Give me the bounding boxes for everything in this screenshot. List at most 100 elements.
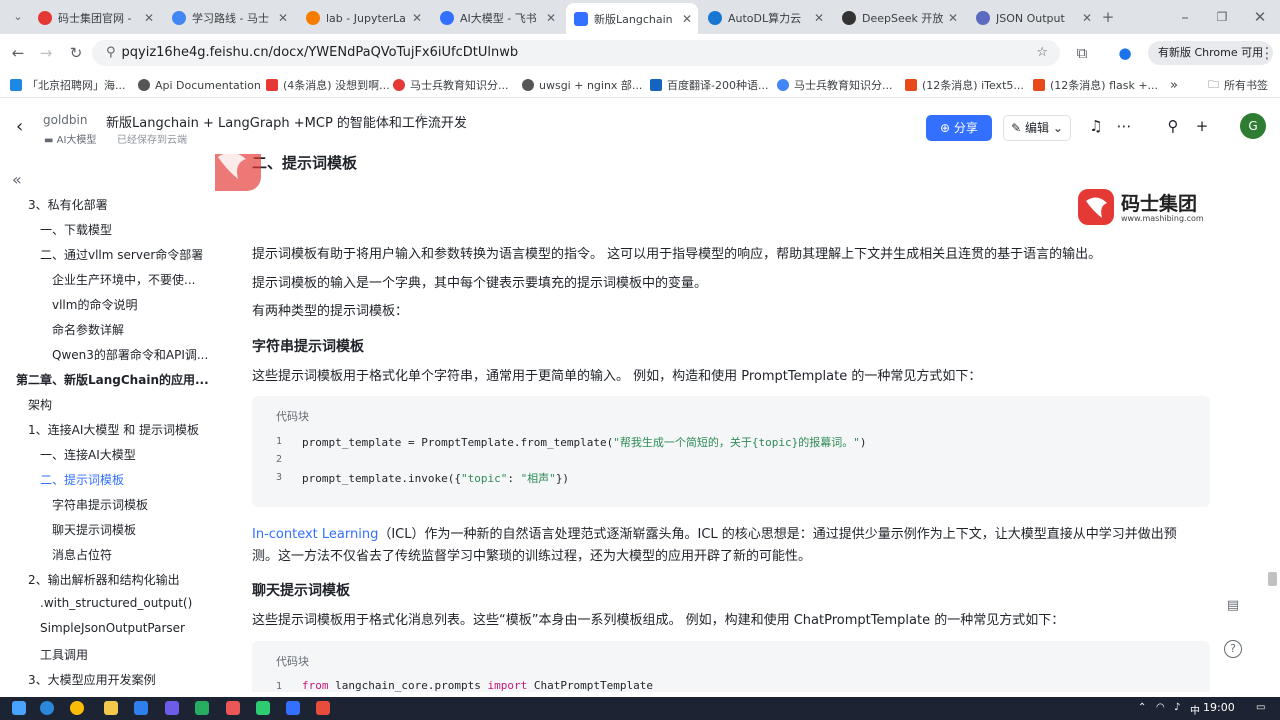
reload-icon[interactable]: ↻: [66, 43, 86, 63]
close-tab-icon[interactable]: ✕: [412, 11, 422, 25]
doc-folder[interactable]: ▬ AI大模型: [44, 131, 96, 146]
browser-menu-icon[interactable]: ⋮: [1257, 43, 1277, 63]
toc-item-active[interactable]: 二、提示词模板: [40, 471, 124, 488]
favorite-star-icon[interactable]: ☆: [415, 111, 428, 127]
toc-item[interactable]: 3、大模型应用开发案例: [28, 671, 156, 688]
search-icon[interactable]: ⚲: [1163, 117, 1183, 135]
close-tab-icon[interactable]: ✕: [1082, 11, 1092, 25]
bookmark-item[interactable]: 百度翻译-200种语...: [650, 77, 768, 93]
help-icon[interactable]: ?: [1224, 640, 1242, 658]
avatar[interactable]: G: [1240, 113, 1266, 139]
toc-item[interactable]: 2、输出解析器和结构化输出: [28, 571, 180, 588]
toc-item[interactable]: .with_structured_output(): [40, 596, 192, 610]
extensions-icon[interactable]: ⧉: [1072, 43, 1092, 63]
toc-item[interactable]: 第二章、新版LangChain的应用...: [16, 371, 209, 388]
taskbar-app-icon[interactable]: [70, 701, 84, 715]
bookmark-item[interactable]: (12条消息) iText5...: [905, 77, 1024, 93]
tab-label: DeepSeek 开放: [862, 12, 944, 25]
toc-item[interactable]: 命名参数详解: [52, 321, 124, 338]
taskbar-app-icon[interactable]: [40, 701, 54, 715]
browser-tab[interactable]: AutoDL算力云 ✕: [700, 4, 830, 32]
bookmark-label: uwsgi + nginx 部...: [539, 79, 643, 92]
scrollbar-thumb[interactable]: [1268, 572, 1277, 586]
bookmark-item[interactable]: (12条消息) flask +...: [1033, 77, 1158, 93]
taskbar-app-icon[interactable]: [195, 701, 209, 715]
toc-item[interactable]: Qwen3的部署命令和API调...: [52, 346, 208, 363]
back-chevron-icon[interactable]: ‹: [16, 116, 23, 137]
toc-item[interactable]: SimpleJsonOutputParser: [40, 621, 185, 635]
toc-item[interactable]: 字符串提示词模板: [52, 496, 148, 513]
close-tab-icon[interactable]: ✕: [144, 11, 154, 25]
toc-item[interactable]: 1、连接AI大模型 和 提示词模板: [28, 421, 199, 438]
toc-item[interactable]: 消息占位符: [52, 546, 112, 563]
taskbar-app-icon[interactable]: [134, 701, 148, 715]
start-icon[interactable]: [12, 701, 26, 715]
close-tab-icon[interactable]: ✕: [682, 12, 692, 26]
minimize-window-icon[interactable]: –: [1175, 7, 1195, 27]
toc-item[interactable]: 3、私有化部署: [28, 196, 108, 213]
toc-item[interactable]: 一、连接AI大模型: [40, 446, 136, 463]
more-icon[interactable]: ⋯: [1114, 117, 1134, 135]
close-tab-icon[interactable]: ✕: [814, 11, 824, 25]
bookmark-item[interactable]: Api Documentation: [138, 77, 261, 93]
collapse-sidebar-icon[interactable]: «: [12, 170, 22, 189]
toc-item[interactable]: vllm的命令说明: [52, 296, 137, 313]
close-tab-icon[interactable]: ✕: [278, 11, 288, 25]
toc-item[interactable]: 企业生产环境中，不要使...: [52, 271, 195, 288]
share-button[interactable]: ⊕ 分享: [926, 115, 992, 141]
bookmark-item[interactable]: 马士兵教育知识分...: [393, 77, 509, 93]
paragraph: 提示词模板的输入是一个字典，其中每个键表示要填充的提示词模板中的变量。: [252, 276, 708, 291]
browser-tab[interactable]: AI大模型 - 飞书 ✕: [432, 4, 562, 32]
taskbar-app-icon[interactable]: [256, 701, 270, 715]
scrollbar-track[interactable]: [1265, 154, 1280, 692]
profile-icon[interactable]: ●: [1115, 43, 1135, 63]
notification-icon[interactable]: ▭: [1256, 702, 1265, 713]
close-tab-icon[interactable]: ✕: [546, 11, 556, 25]
taskbar-app-icon[interactable]: [165, 701, 179, 715]
code-block[interactable]: 代码块 1 from langchain_core.prompts import…: [252, 641, 1210, 692]
outline-toggle-icon[interactable]: ▤: [1224, 598, 1242, 616]
new-tab-icon[interactable]: +: [1098, 7, 1118, 27]
address-bar[interactable]: ⚲ pqyiz16he4g.feishu.cn/docx/YWENdPaQVoTu…: [92, 40, 1060, 66]
code-line: prompt_template.invoke({"topic": "相声"}): [302, 470, 569, 486]
close-tab-icon[interactable]: ✕: [948, 11, 958, 25]
taskbar-app-icon[interactable]: [286, 701, 300, 715]
toc-item[interactable]: 架构: [28, 396, 52, 413]
browser-tab-active[interactable]: 新版Langchain ✕: [566, 3, 698, 34]
doc-author[interactable]: goldbin: [43, 113, 87, 127]
site-info-icon[interactable]: ⚲: [106, 45, 116, 60]
taskbar-app-icon[interactable]: [104, 701, 118, 715]
toc-item[interactable]: 二、通过vllm server命令部署: [40, 246, 203, 263]
tab-search-icon[interactable]: ⌄: [8, 7, 28, 27]
bookmark-star-icon[interactable]: ☆: [1036, 40, 1048, 66]
toc-item[interactable]: 一、下载模型: [40, 221, 112, 238]
toc-item[interactable]: 工具调用: [40, 646, 88, 663]
chrome-update-button[interactable]: 有新版 Chrome 可用: [1148, 41, 1274, 65]
volume-icon[interactable]: ♪: [1174, 702, 1180, 713]
browser-tab[interactable]: DeepSeek 开放 ✕: [834, 4, 964, 32]
back-icon[interactable]: ←: [8, 43, 28, 63]
browser-tab[interactable]: lab - JupyterLa ✕: [298, 4, 428, 32]
bookmark-item[interactable]: 「北京招聘网」海...: [10, 77, 126, 93]
forward-icon[interactable]: →: [36, 43, 56, 63]
tray-arrow-icon[interactable]: ⌃: [1138, 702, 1146, 713]
browser-tab[interactable]: 码士集团官网 - ✕: [30, 4, 160, 32]
bell-icon[interactable]: ♫: [1086, 117, 1106, 135]
icl-link[interactable]: In-context Learning: [252, 527, 378, 542]
all-bookmarks-button[interactable]: 🗀 所有书签: [1208, 77, 1268, 93]
toc-item[interactable]: 聊天提示词模板: [52, 521, 136, 538]
browser-tab[interactable]: 学习路线 - 马士 ✕: [164, 4, 294, 32]
restore-window-icon[interactable]: ❐: [1212, 7, 1232, 27]
taskbar-app-icon[interactable]: [226, 701, 240, 715]
taskbar-app-icon[interactable]: [316, 701, 330, 715]
add-icon[interactable]: +: [1192, 117, 1212, 135]
more-bookmarks-button[interactable]: »: [1170, 77, 1178, 93]
bookmark-item[interactable]: (4条消息) 没想到啊...: [266, 77, 390, 93]
code-block[interactable]: 代码块 1 2 3 prompt_template = PromptTempla…: [252, 396, 1210, 507]
bookmark-item[interactable]: uwsgi + nginx 部...: [522, 77, 642, 93]
browser-tab[interactable]: JSON Output ✕: [968, 4, 1098, 32]
close-window-icon[interactable]: ✕: [1250, 7, 1270, 27]
bookmark-item[interactable]: 马士兵教育知识分...: [777, 77, 893, 93]
edit-mode-button[interactable]: ✎ 编辑 ⌄: [1003, 115, 1071, 141]
ime-indicator[interactable]: 中: [1190, 702, 1200, 717]
